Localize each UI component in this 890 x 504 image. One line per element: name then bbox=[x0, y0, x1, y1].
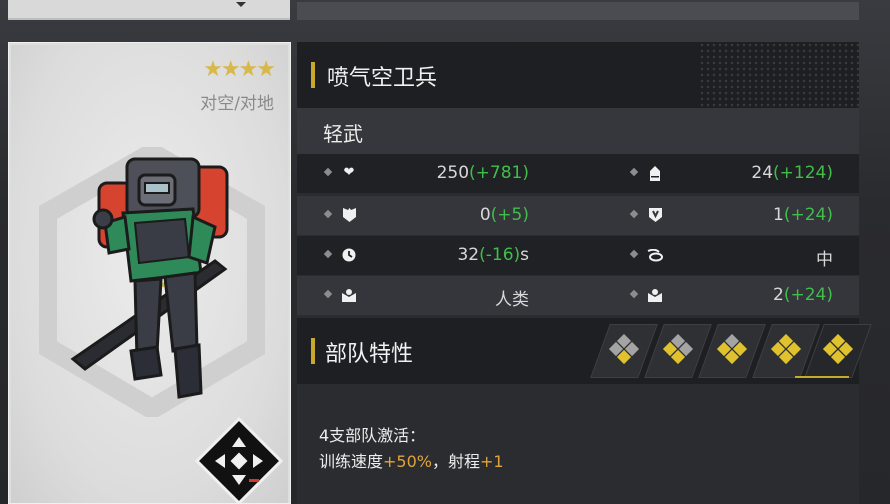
stat-train-time: 32(-16)s bbox=[297, 236, 577, 275]
unit-traits-title: 部队特性 bbox=[325, 342, 414, 367]
dot-pattern bbox=[699, 42, 859, 108]
diamond-cluster-icon bbox=[662, 334, 694, 365]
accent-bar bbox=[311, 62, 315, 88]
speed-icon bbox=[647, 247, 663, 263]
stat-armor: 1(+24) bbox=[577, 196, 859, 235]
trait-tier-1-tab[interactable] bbox=[590, 324, 658, 378]
stat-value: 24 bbox=[751, 163, 774, 183]
shield-icon bbox=[341, 207, 357, 223]
stat-bonus: (+24) bbox=[783, 285, 833, 305]
stat-row: 32(-16)s 中 bbox=[297, 236, 859, 275]
trait-requirement: 4支部队激活： bbox=[319, 426, 426, 445]
jet-infantry-portrait bbox=[70, 157, 229, 399]
stat-unit-type: 人类 bbox=[297, 276, 577, 315]
population-icon bbox=[647, 287, 663, 303]
unit-traits-bar: 部队特性 bbox=[297, 318, 872, 384]
stat-bonus: (+5) bbox=[490, 205, 529, 225]
stat-row: 人类 2(+24) bbox=[297, 276, 859, 315]
stat-value: 250 bbox=[436, 163, 470, 183]
trait-tier-3-tab[interactable] bbox=[698, 324, 766, 378]
stat-value: 0 bbox=[479, 205, 491, 225]
stat-value: 1 bbox=[773, 205, 784, 225]
unit-name: 喷气空卫兵 bbox=[327, 66, 438, 91]
trait-tier-5-tab[interactable] bbox=[804, 324, 872, 378]
effect-value: +1 bbox=[480, 452, 504, 471]
effect-label: ，射程 bbox=[431, 452, 480, 471]
stat-population: 2(+24) bbox=[577, 276, 859, 315]
ammo-icon bbox=[647, 165, 663, 181]
diamond-cluster-icon bbox=[822, 334, 854, 365]
unit-card[interactable]: ★★★★ 对空/对地 bbox=[8, 42, 291, 504]
bullet-icon bbox=[323, 167, 333, 177]
bullet-icon bbox=[629, 167, 639, 177]
stat-unit: s bbox=[520, 245, 529, 265]
diamond-cluster-icon bbox=[608, 334, 640, 365]
bullet-icon bbox=[629, 209, 639, 219]
trait-tier-tabs bbox=[590, 318, 872, 384]
move-unit-badge-icon bbox=[195, 417, 283, 503]
unit-class: 轻武 bbox=[323, 122, 363, 146]
unit-role-label: 对空/对地 bbox=[200, 94, 274, 114]
bullet-icon bbox=[323, 209, 333, 219]
bullet-icon bbox=[323, 289, 333, 299]
chevron-down-icon bbox=[236, 2, 246, 7]
stat-value: 中 bbox=[816, 250, 833, 270]
armor-icon bbox=[647, 207, 663, 223]
trait-description: 4支部队激活： 训练速度+50%，射程+1 bbox=[297, 384, 859, 504]
bullet-icon bbox=[629, 289, 639, 299]
effect-label: 训练速度 bbox=[319, 452, 384, 471]
selected-tier-indicator bbox=[795, 376, 849, 378]
stat-bonus: (-16) bbox=[479, 245, 521, 265]
trait-tier-2-tab[interactable] bbox=[644, 324, 712, 378]
stat-health: ❤ 250(+781) bbox=[297, 154, 577, 193]
stat-bonus: (+781) bbox=[469, 163, 529, 183]
diamond-cluster-icon bbox=[716, 334, 748, 365]
stat-bonus: (+24) bbox=[783, 205, 833, 225]
stat-bonus: (+124) bbox=[773, 163, 833, 183]
trait-effect: 训练速度+50%，射程+1 bbox=[319, 448, 504, 472]
clock-icon bbox=[341, 247, 357, 263]
effect-value: +50% bbox=[383, 452, 432, 471]
diamond-cluster-icon bbox=[770, 334, 802, 365]
star-rating: ★★★★ bbox=[203, 57, 276, 82]
stat-value: 人类 bbox=[495, 290, 529, 310]
bullet-icon bbox=[323, 249, 333, 259]
unit-info-panel: 喷气空卫兵 轻武 ❤ 250(+781) 24(+124) 0(+5) 1(+2… bbox=[297, 42, 872, 504]
unit-class-row: 轻武 bbox=[297, 108, 859, 154]
bullet-icon bbox=[629, 249, 639, 259]
trait-tier-4-tab[interactable] bbox=[752, 324, 820, 378]
unit-type-icon bbox=[341, 287, 357, 303]
stat-ammo: 24(+124) bbox=[577, 154, 859, 193]
stat-speed: 中 bbox=[577, 236, 859, 275]
previous-card-edge[interactable] bbox=[8, 0, 290, 20]
stat-value: 2 bbox=[773, 285, 784, 305]
stat-row: 0(+5) 1(+24) bbox=[297, 196, 859, 235]
heart-icon: ❤ bbox=[343, 165, 355, 180]
stat-shield: 0(+5) bbox=[297, 196, 577, 235]
stat-row: ❤ 250(+781) 24(+124) bbox=[297, 154, 859, 193]
unit-title-bar: 喷气空卫兵 bbox=[297, 42, 859, 108]
previous-panel-edge bbox=[297, 2, 859, 20]
accent-bar bbox=[311, 338, 315, 364]
stat-value: 32 bbox=[457, 245, 480, 265]
